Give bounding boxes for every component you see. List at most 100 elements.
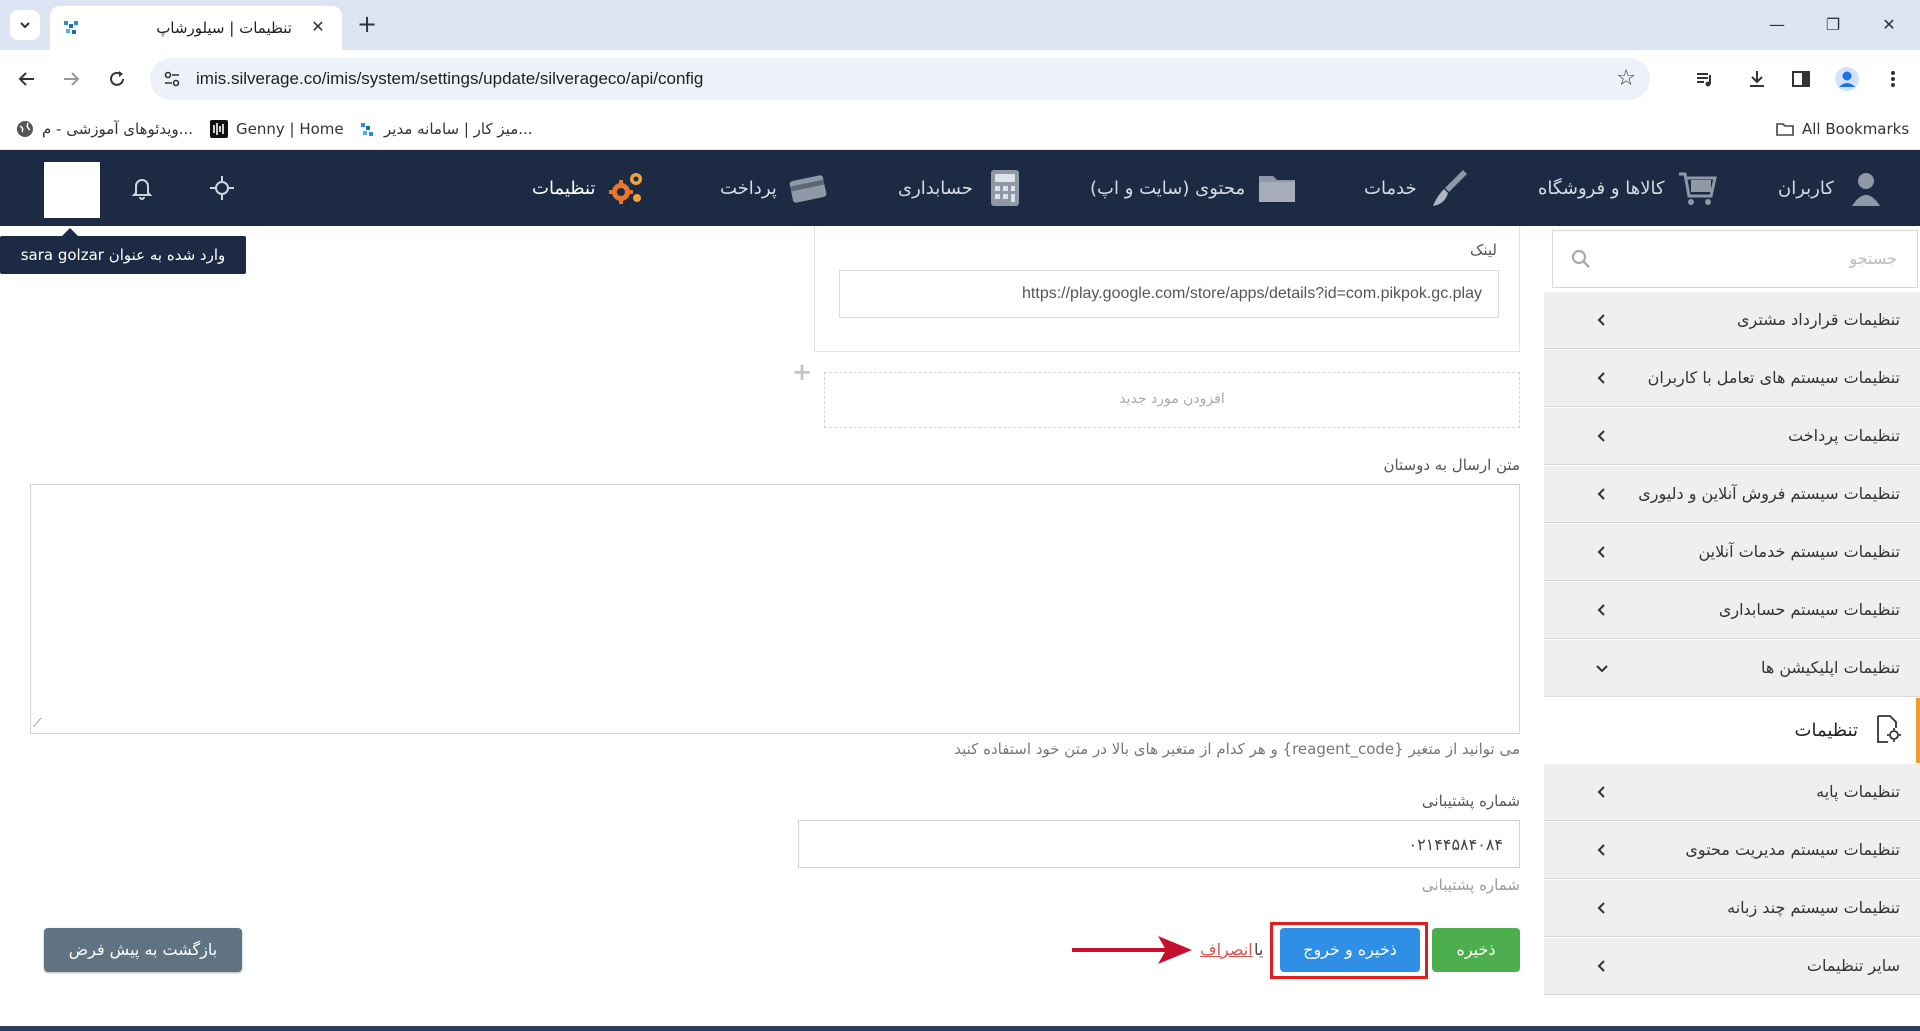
- bookmark-star-icon[interactable]: ☆: [1616, 66, 1636, 91]
- chevron-left-icon: [1597, 902, 1605, 914]
- bell-icon[interactable]: [128, 174, 156, 206]
- link-input[interactable]: https://play.google.com/store/apps/detai…: [839, 270, 1499, 318]
- nav-item-label: تنظیمات: [532, 177, 596, 199]
- browser-tab[interactable]: تنظیمات | سیلورشاپ ✕: [50, 6, 342, 50]
- all-bookmarks-label: All Bookmarks: [1802, 120, 1910, 138]
- bookmark-item[interactable]: میز کار | سامانه مدیر...: [358, 116, 533, 142]
- variable-hint: می توانید از متغیر {reagent_code} و هر ک…: [954, 740, 1520, 758]
- link-label: لینک: [1469, 241, 1497, 259]
- sidebar-search-input[interactable]: جستجو: [1552, 230, 1918, 288]
- nav-item-users[interactable]: کاربران: [1778, 164, 1888, 212]
- plus-icon[interactable]: +: [792, 358, 812, 386]
- back-button[interactable]: [12, 64, 42, 94]
- silverage-icon: [361, 123, 373, 136]
- nav-item-label: پرداخت: [720, 177, 777, 199]
- settings-sidebar: جستجو تنظیمات قرارداد مشتری تنظیمات سیست…: [1544, 226, 1920, 1031]
- profile-icon[interactable]: [1832, 64, 1862, 94]
- friends-textarea[interactable]: ⟋: [30, 484, 1520, 734]
- new-tab-button[interactable]: +: [352, 10, 382, 40]
- window-close-icon[interactable]: ✕: [1874, 10, 1904, 40]
- nav-item-content[interactable]: محتوی (سایت و اپ): [1090, 164, 1299, 212]
- red-arrow-icon: [1072, 936, 1192, 964]
- nav-item-label: کاربران: [1778, 177, 1834, 199]
- site-info-icon[interactable]: [162, 69, 182, 89]
- bookmark-item[interactable]: ویدئوهای آموزشی - م...: [16, 116, 193, 142]
- nav-item-products[interactable]: کالاها و فروشگاه: [1538, 164, 1719, 212]
- add-new-item-button[interactable]: افزودن مورد جدید: [824, 372, 1520, 428]
- cart-icon: [1678, 172, 1717, 205]
- chevron-down-icon: [20, 22, 30, 29]
- sidebar-item-user-interaction[interactable]: تنظیمات سیستم های تعامل با کاربران: [1544, 350, 1920, 407]
- genny-icon: [210, 120, 228, 138]
- nav-item-payment[interactable]: پرداخت: [720, 164, 831, 212]
- sidebar-item-label: تنظیمات پایه: [1816, 782, 1900, 801]
- settings-doc-icon: [1877, 715, 1901, 743]
- media-control-icon[interactable]: [1690, 64, 1720, 94]
- side-panel-icon[interactable]: [1786, 64, 1816, 94]
- link-panel: لینک https://play.google.com/store/apps/…: [814, 226, 1520, 352]
- sidebar-active-label: تنظیمات: [1794, 720, 1858, 741]
- users-icon: [1851, 173, 1880, 206]
- profile-avatar[interactable]: [44, 162, 100, 218]
- nav-item-settings[interactable]: تنظیمات: [532, 164, 649, 212]
- or-text: یا: [1254, 940, 1264, 959]
- browser-menu-icon[interactable]: [1878, 64, 1908, 94]
- support-number-input[interactable]: ۰۲۱۴۴۵۸۴۰۸۴: [798, 820, 1520, 868]
- all-bookmarks-button[interactable]: All Bookmarks: [1776, 116, 1909, 142]
- sidebar-item-other[interactable]: سایر تنظیمات: [1544, 938, 1920, 995]
- reload-button[interactable]: [102, 64, 132, 94]
- arrow-right-icon: [64, 72, 80, 86]
- chevron-down-icon: [1596, 665, 1608, 673]
- sidebar-item-basic[interactable]: تنظیمات پایه: [1544, 764, 1920, 821]
- resize-handle-icon[interactable]: ⟋: [33, 716, 41, 731]
- sidebar-item-label: تنظیمات سیستم فروش آنلاین و دلیوری: [1638, 484, 1900, 503]
- crosshair-icon[interactable]: [208, 174, 236, 206]
- forward-button[interactable]: [56, 64, 86, 94]
- bookmark-label: ویدئوهای آموزشی - م...: [42, 120, 194, 138]
- sidebar-item-multilang[interactable]: تنظیمات سیستم چند زبانه: [1544, 880, 1920, 937]
- reset-default-button[interactable]: بازگشت به پیش فرض: [44, 928, 242, 972]
- chevron-left-icon: [1597, 786, 1605, 798]
- folder-icon: [1776, 123, 1794, 136]
- sidebar-item-label: تنظیمات قرارداد مشتری: [1737, 310, 1900, 329]
- bookmark-item[interactable]: Genny | Home: [210, 116, 344, 142]
- address-bar[interactable]: imis.silverage.co/imis/system/settings/u…: [150, 58, 1650, 100]
- calculator-icon: [990, 170, 1019, 206]
- chevron-left-icon: [1597, 960, 1605, 972]
- sidebar-item-label: تنظیمات اپلیکیشن ها: [1760, 658, 1900, 677]
- save-exit-button[interactable]: ذخیره و خروج: [1280, 928, 1420, 972]
- chevron-left-icon: [1597, 546, 1605, 558]
- tab-search-button[interactable]: [10, 10, 40, 40]
- nav-item-services[interactable]: خدمات: [1364, 164, 1471, 212]
- sidebar-item-label: تنظیمات سیستم حسابداری: [1718, 600, 1900, 619]
- sidebar-item-customer-contract[interactable]: تنظیمات قرارداد مشتری: [1544, 292, 1920, 349]
- nav-item-label: خدمات: [1364, 177, 1417, 199]
- browser-tabstrip: تنظیمات | سیلورشاپ ✕ + — ❐ ✕: [0, 0, 1920, 50]
- sidebar-item-online-services[interactable]: تنظیمات سیستم خدمات آنلاین: [1544, 524, 1920, 581]
- folder-icon: [1259, 176, 1296, 202]
- bookmark-label: میز کار | سامانه مدیر...: [384, 120, 533, 138]
- card-icon: [789, 175, 827, 203]
- download-icon[interactable]: [1742, 64, 1772, 94]
- bottom-strip: [0, 1026, 1920, 1031]
- sidebar-item-accounting[interactable]: تنظیمات سیستم حسابداری: [1544, 582, 1920, 639]
- chevron-left-icon: [1597, 844, 1605, 856]
- app-navbar: کاربران کالاها و فروشگاه خدمات محتوی (سا…: [0, 150, 1920, 226]
- url-text: imis.silverage.co/imis/system/settings/u…: [196, 69, 704, 88]
- sidebar-item-applications[interactable]: تنظیمات اپلیکیشن ها: [1544, 640, 1920, 697]
- sidebar-item-label: تنظیمات سیستم چند زبانه: [1727, 898, 1900, 917]
- save-button[interactable]: ذخیره: [1432, 928, 1520, 972]
- sidebar-item-settings-active[interactable]: تنظیمات: [1544, 698, 1920, 763]
- nav-item-label: کالاها و فروشگاه: [1538, 177, 1665, 199]
- logged-in-tooltip: وارد شده به عنوان sara golzar: [0, 228, 246, 274]
- nav-item-accounting[interactable]: حسابداری: [898, 164, 1027, 212]
- browser-toolbar: imis.silverage.co/imis/system/settings/u…: [0, 50, 1920, 108]
- restore-icon[interactable]: ❐: [1818, 10, 1848, 40]
- reload-icon: [110, 71, 124, 86]
- tab-close-icon[interactable]: ✕: [308, 17, 328, 37]
- sidebar-item-payment[interactable]: تنظیمات پرداخت: [1544, 408, 1920, 465]
- sidebar-item-cms[interactable]: تنظیمات سیستم مدیریت محتوی: [1544, 822, 1920, 879]
- sidebar-item-online-sales[interactable]: تنظیمات سیستم فروش آنلاین و دلیوری: [1544, 466, 1920, 523]
- cancel-link[interactable]: انصراف: [1200, 940, 1253, 959]
- minimize-icon[interactable]: —: [1762, 10, 1792, 40]
